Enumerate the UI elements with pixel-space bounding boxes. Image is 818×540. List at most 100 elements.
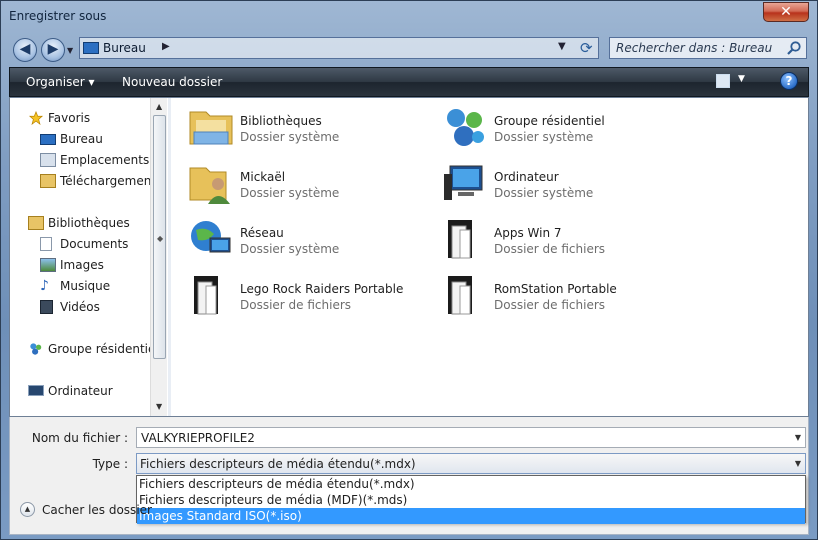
file-item-groupe-residentiel[interactable]: Groupe résidentiel Dossier système xyxy=(442,104,682,158)
scroll-thumb[interactable]: ◆ xyxy=(153,115,166,359)
type-option-iso[interactable]: Images Standard ISO(*.iso) xyxy=(137,508,805,524)
recent-pages-dropdown-icon[interactable]: ▼ xyxy=(67,46,73,55)
item-type: Dossier de fichiers xyxy=(494,298,606,312)
library-icon xyxy=(189,111,233,145)
scroll-grip-icon: ◆ xyxy=(157,234,164,243)
library-icon xyxy=(28,216,44,230)
item-name: Apps Win 7 xyxy=(494,226,562,240)
item-name: Bibliothèques xyxy=(240,114,322,128)
breadcrumb-chevron-icon[interactable]: ▶ xyxy=(162,41,170,52)
star-icon xyxy=(28,111,44,125)
filename-label: Nom du fichier : xyxy=(31,431,128,445)
item-name: Lego Rock Raiders Portable xyxy=(240,282,404,296)
item-name: Groupe résidentiel xyxy=(494,114,605,128)
item-type: Dossier de fichiers xyxy=(494,242,606,256)
type-option-mds[interactable]: Fichiers descripteurs de média (MDF)(*.m… xyxy=(137,492,805,508)
nav-item-label: Téléchargements xyxy=(60,174,163,188)
desktop-icon xyxy=(40,134,56,145)
item-type: Dossier système xyxy=(494,130,594,144)
nav-libraries-label: Bibliothèques xyxy=(48,216,130,230)
save-as-dialog: Enregistrer sous ✕ ◀ ▶ ▼ Bureau ▶ ▼ ⟳ Re… xyxy=(0,0,818,540)
close-icon: ✕ xyxy=(780,4,792,20)
nav-favorites-label: Favoris xyxy=(48,111,91,125)
collapse-icon: ▲ xyxy=(20,502,35,517)
forward-button[interactable]: ▶ xyxy=(41,38,65,62)
address-location[interactable]: Bureau xyxy=(103,41,146,55)
user-folder-icon xyxy=(189,167,230,204)
file-item-bibliotheques[interactable]: Bibliothèques Dossier système xyxy=(188,104,428,158)
nav-computer-label: Ordinateur xyxy=(48,384,113,398)
recent-places-icon xyxy=(40,153,56,167)
folder-icon xyxy=(448,276,472,315)
nav-item-label: Musique xyxy=(60,279,111,293)
item-name: Réseau xyxy=(240,226,284,240)
save-options-panel: Nom du fichier : VALKYRIEPROFILE2 ▼ Type… xyxy=(9,417,809,535)
item-name: RomStation Portable xyxy=(494,282,617,296)
item-name: Ordinateur xyxy=(494,170,559,184)
address-bar[interactable]: Bureau ▶ ▼ ⟳ xyxy=(79,37,599,59)
nav-homegroup-label: Groupe résidentiel xyxy=(48,342,159,356)
new-folder-button[interactable]: Nouveau dossier xyxy=(122,75,222,89)
file-item-ordinateur[interactable]: Ordinateur Dossier système xyxy=(442,160,682,214)
refresh-icon[interactable]: ⟳ xyxy=(580,39,593,57)
filename-value[interactable]: VALKYRIEPROFILE2 xyxy=(141,431,255,445)
file-item-apps-win-7[interactable]: Apps Win 7 Dossier de fichiers xyxy=(442,216,682,270)
nav-item-label: Images xyxy=(60,258,104,272)
type-value: Fichiers descripteurs de média étendu(*.… xyxy=(140,457,416,471)
filename-dropdown-icon[interactable]: ▼ xyxy=(795,433,801,442)
item-type: Dossier système xyxy=(240,186,340,200)
nav-item-label: Documents xyxy=(60,237,129,251)
item-type: Dossier de fichiers xyxy=(240,298,352,312)
organize-button[interactable]: Organiser ▾ xyxy=(26,75,94,89)
close-button[interactable]: ✕ xyxy=(763,2,809,22)
type-dropdown-list: Fichiers descripteurs de média étendu(*.… xyxy=(136,475,806,524)
item-type: Dossier système xyxy=(240,130,340,144)
navigation-pane: Favoris Bureau Emplacements ré Télécharg… xyxy=(10,98,168,416)
filename-field[interactable]: VALKYRIEPROFILE2 ▼ xyxy=(136,427,806,448)
content-area: Favoris Bureau Emplacements ré Télécharg… xyxy=(9,97,809,417)
forward-arrow-icon: ▶ xyxy=(47,41,59,57)
videos-icon xyxy=(40,300,53,314)
computer-icon xyxy=(444,165,483,200)
folder-icon xyxy=(194,276,218,315)
homegroup-icon xyxy=(447,109,484,146)
navigation-scrollbar[interactable]: ▲ ◆ ▼ xyxy=(150,98,167,416)
hide-folders-label: Cacher les dossier xyxy=(42,503,152,517)
file-item-reseau[interactable]: Réseau Dossier système xyxy=(188,216,428,270)
item-type: Dossier système xyxy=(494,186,594,200)
network-icon xyxy=(191,221,231,253)
back-button[interactable]: ◀ xyxy=(13,38,37,62)
scroll-up-icon[interactable]: ▲ xyxy=(156,102,162,111)
pictures-icon xyxy=(40,258,56,272)
back-arrow-icon: ◀ xyxy=(19,41,31,57)
search-icon[interactable] xyxy=(786,40,802,56)
type-dropdown-icon[interactable]: ▼ xyxy=(795,459,801,468)
nav-item-label: Vidéos xyxy=(60,300,100,314)
folder-icon xyxy=(448,220,472,259)
help-icon[interactable]: ? xyxy=(780,72,798,90)
scroll-down-icon[interactable]: ▼ xyxy=(156,402,162,411)
file-item-lego-rock-raiders[interactable]: Lego Rock Raiders Portable Dossier de fi… xyxy=(188,272,428,326)
item-type: Dossier système xyxy=(240,242,340,256)
computer-icon xyxy=(28,385,44,396)
downloads-icon xyxy=(40,174,56,188)
type-select[interactable]: Fichiers descripteurs de média étendu(*.… xyxy=(136,453,806,474)
file-item-romstation[interactable]: RomStation Portable Dossier de fichiers xyxy=(442,272,682,326)
music-icon: ♪ xyxy=(40,278,49,294)
search-placeholder: Rechercher dans : Bureau xyxy=(616,41,773,55)
views-dropdown-icon[interactable]: ▼ xyxy=(738,74,745,84)
views-icon[interactable] xyxy=(716,74,730,88)
documents-icon xyxy=(40,237,52,251)
type-option-mdx[interactable]: Fichiers descripteurs de média étendu(*.… xyxy=(137,476,805,492)
window-title: Enregistrer sous xyxy=(9,9,107,23)
item-name: Mickaël xyxy=(240,170,286,184)
pane-splitter[interactable] xyxy=(168,98,171,416)
nav-item-label: Bureau xyxy=(60,132,103,146)
title-bar[interactable]: Enregistrer sous ✕ xyxy=(1,1,817,31)
file-item-mickael[interactable]: Mickaël Dossier système xyxy=(188,160,428,214)
homegroup-icon xyxy=(30,343,42,355)
search-input[interactable]: Rechercher dans : Bureau xyxy=(609,37,807,59)
address-dropdown-icon[interactable]: ▼ xyxy=(558,41,566,52)
desktop-icon xyxy=(83,42,99,54)
type-label: Type : xyxy=(92,457,128,471)
